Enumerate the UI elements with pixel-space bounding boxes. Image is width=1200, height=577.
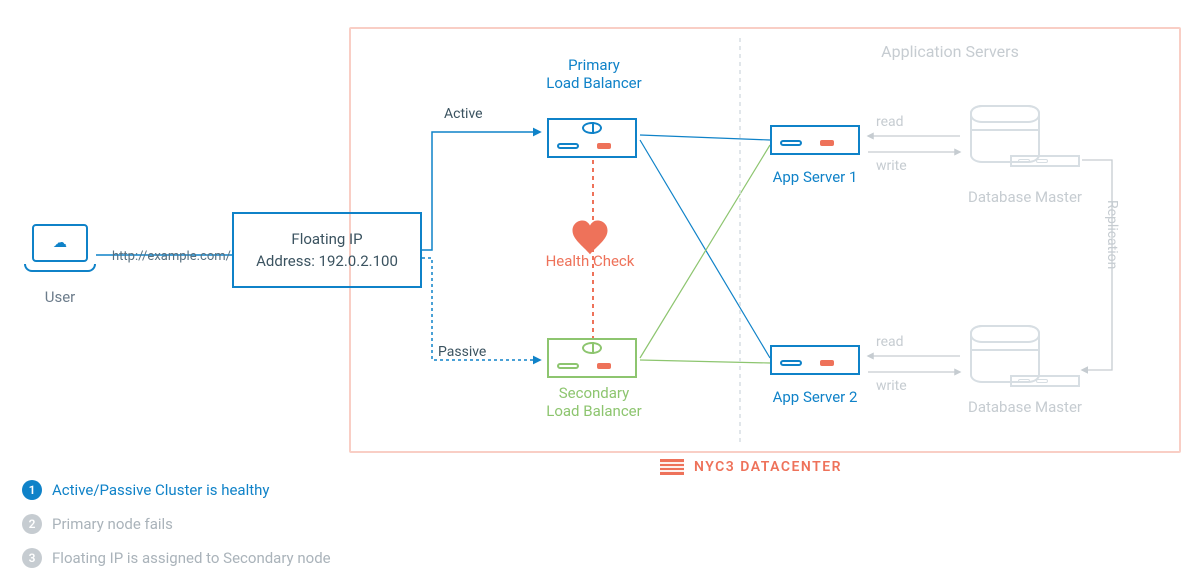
floating-ip-line1: Floating IP	[291, 230, 362, 248]
app-servers-header: Application Servers	[860, 42, 1040, 61]
step-text: Primary node fails	[52, 515, 173, 533]
read-label-1: read	[876, 114, 904, 130]
datacenter-name: NYC3 DATACENTER	[694, 459, 842, 475]
step-3: 3 Floating IP is assigned to Secondary n…	[22, 548, 331, 568]
database-master-1-label: Database Master	[950, 188, 1100, 206]
globe-icon	[582, 122, 602, 134]
step-2: 2 Primary node fails	[22, 514, 331, 534]
passive-label: Passive	[438, 344, 486, 360]
app-server-1-label: App Server 1	[760, 168, 870, 186]
write-label-1: write	[876, 158, 907, 174]
database-tray-1	[1010, 155, 1080, 167]
step-number: 1	[22, 480, 42, 500]
primary-lb-label: PrimaryLoad Balancer	[530, 56, 658, 92]
user-label: User	[24, 288, 96, 306]
step-text: Active/Passive Cluster is healthy	[52, 481, 270, 499]
database-tray-2	[1010, 375, 1080, 387]
datacenter-label: NYC3 DATACENTER	[660, 459, 842, 475]
step-number: 2	[22, 514, 42, 534]
laptop-base	[24, 264, 96, 272]
step-1: 1 Active/Passive Cluster is healthy	[22, 480, 331, 500]
globe-icon	[582, 342, 602, 354]
steps-list: 1 Active/Passive Cluster is healthy 2 Pr…	[22, 480, 331, 568]
health-check-label: Health Check	[520, 252, 660, 270]
us-flag-icon	[660, 459, 684, 475]
read-label-2: read	[876, 334, 904, 350]
diagram-stage: ☁ User http://example.com/ Floating IP A…	[0, 0, 1200, 577]
floating-ip-box: Floating IP Address: 192.0.2.100	[232, 212, 422, 288]
step-text: Floating IP is assigned to Secondary nod…	[52, 549, 331, 567]
active-label: Active	[444, 106, 483, 122]
primary-load-balancer	[547, 118, 637, 172]
user-laptop: ☁	[24, 224, 96, 280]
floating-ip-line2: Address: 192.0.2.100	[256, 252, 398, 270]
write-label-2: write	[876, 378, 907, 394]
database-master-2-label: Database Master	[950, 398, 1100, 416]
app-server-2-label: App Server 2	[760, 388, 870, 406]
secondary-lb-label: SecondaryLoad Balancer	[530, 384, 658, 420]
replication-label: Replication	[1104, 200, 1120, 269]
step-number: 3	[22, 548, 42, 568]
cloud-icon: ☁	[53, 236, 67, 250]
url-label: http://example.com/	[112, 249, 231, 264]
laptop-screen: ☁	[32, 224, 88, 262]
